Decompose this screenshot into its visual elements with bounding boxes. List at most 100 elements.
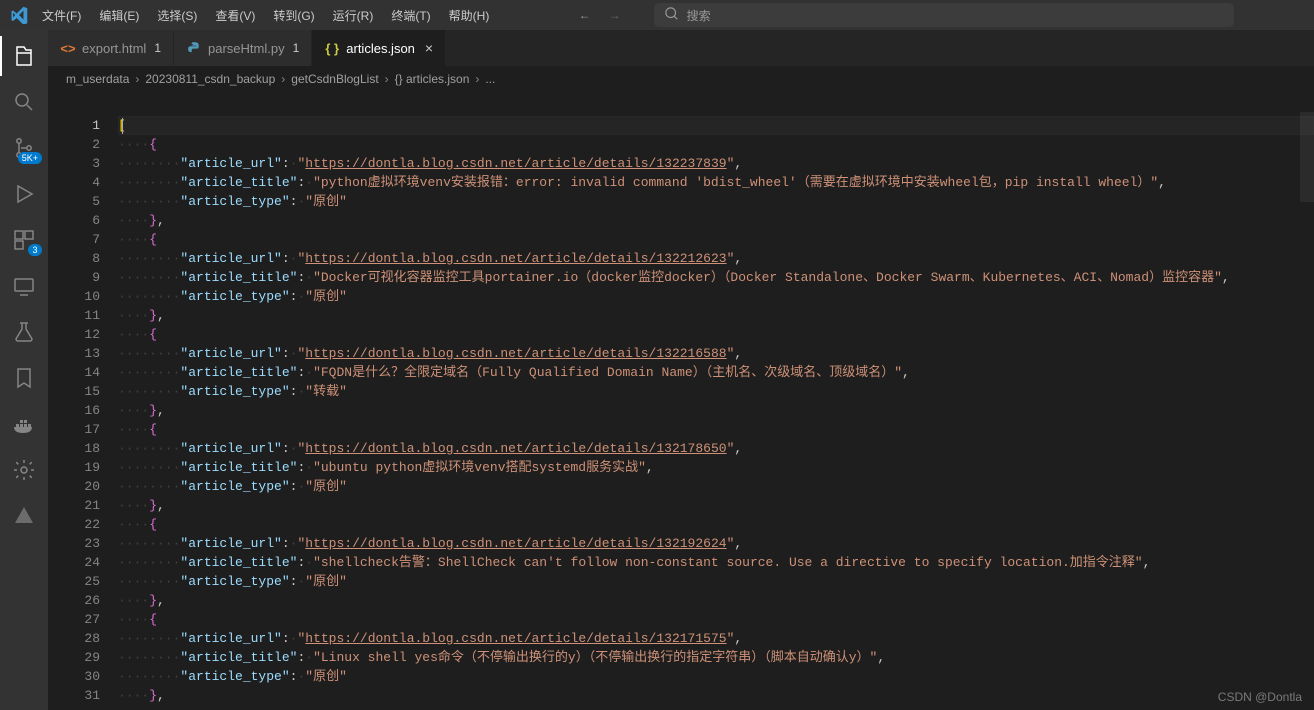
breadcrumb-item[interactable]: {} articles.json	[395, 72, 470, 86]
code-line[interactable]: ········"article_title":·"ubuntu python虚…	[118, 458, 1314, 477]
chevron-right-icon: ›	[385, 72, 389, 86]
code-line[interactable]: ········"article_type":·"原创"	[118, 572, 1314, 591]
menu-item[interactable]: 帮助(H)	[441, 3, 498, 28]
code-line[interactable]: ········"article_url":·"https://dontla.b…	[118, 249, 1314, 268]
python-file-icon	[186, 40, 202, 56]
activity-debug-icon[interactable]	[0, 174, 48, 214]
code-line[interactable]: ········"article_type":·"原创"	[118, 287, 1314, 306]
chevron-right-icon: ›	[475, 72, 479, 86]
activity-docker-icon[interactable]	[0, 404, 48, 444]
activity-settings-sync-icon[interactable]	[0, 450, 48, 490]
code-line[interactable]: ········"article_title":·"python虚拟环境venv…	[118, 173, 1314, 192]
code-line[interactable]: ····},	[118, 306, 1314, 325]
title-center: ← → 搜索	[497, 3, 1310, 27]
scm-badge: 5K+	[18, 152, 42, 164]
line-number: 1	[48, 116, 100, 135]
breadcrumb-item[interactable]: 20230811_csdn_backup	[145, 72, 275, 86]
breadcrumb-item[interactable]: ...	[485, 72, 495, 86]
code-line[interactable]: ········"article_type":·"原创"	[118, 477, 1314, 496]
editor[interactable]: 1234567891011121314151617181920212223242…	[48, 92, 1314, 710]
code-line[interactable]: ····},	[118, 686, 1314, 705]
line-number: 9	[48, 268, 100, 287]
menu-item[interactable]: 终端(T)	[383, 3, 438, 28]
code-line[interactable]: ····},	[118, 401, 1314, 420]
line-number: 29	[48, 648, 100, 667]
activity-misc-icon[interactable]	[0, 496, 48, 536]
activity-search-icon[interactable]	[0, 82, 48, 122]
line-number: 10	[48, 287, 100, 306]
tab-label: parseHtml.py	[208, 41, 285, 56]
editor-tab[interactable]: { }articles.json×	[312, 30, 446, 66]
line-number: 30	[48, 667, 100, 686]
line-number: 5	[48, 192, 100, 211]
code-line[interactable]: ········"article_title":·"Linux shell ye…	[118, 648, 1314, 667]
close-icon[interactable]: ×	[425, 40, 433, 56]
code-line[interactable]: ····{	[118, 230, 1314, 249]
activity-bookmark-icon[interactable]	[0, 358, 48, 398]
vscode-logo-icon	[4, 6, 34, 24]
line-number: 2	[48, 135, 100, 154]
code-line[interactable]: ····{	[118, 420, 1314, 439]
code-line[interactable]: ····},	[118, 591, 1314, 610]
code-line[interactable]: ····{	[118, 515, 1314, 534]
nav-forward-icon[interactable]: →	[604, 4, 626, 26]
code-line[interactable]: ········"article_title":·"Docker可视化容器监控工…	[118, 268, 1314, 287]
line-number: 23	[48, 534, 100, 553]
line-number: 27	[48, 610, 100, 629]
breadcrumb[interactable]: m_userdata › 20230811_csdn_backup › getCsdnB…	[48, 66, 1314, 92]
code-line[interactable]: ········"article_url":·"https://dontla.b…	[118, 154, 1314, 173]
line-number: 13	[48, 344, 100, 363]
code-line[interactable]: ····{	[118, 610, 1314, 629]
activity-explorer-icon[interactable]	[0, 36, 48, 76]
line-number: 7	[48, 230, 100, 249]
text-cursor	[122, 118, 123, 134]
breadcrumb-item[interactable]: m_userdata	[66, 72, 129, 86]
activity-testing-icon[interactable]	[0, 312, 48, 352]
activity-scm-icon[interactable]: 5K+	[0, 128, 48, 168]
menu-item[interactable]: 查看(V)	[207, 3, 263, 28]
line-number: 14	[48, 363, 100, 382]
code-line[interactable]: ····},	[118, 496, 1314, 515]
menu-item[interactable]: 编辑(E)	[91, 3, 147, 28]
minimap[interactable]	[1300, 92, 1314, 710]
line-number: 8	[48, 249, 100, 268]
line-number: 28	[48, 629, 100, 648]
menu-item[interactable]: 运行(R)	[325, 3, 382, 28]
menu-item[interactable]: 文件(F)	[34, 3, 89, 28]
code-line[interactable]: ········"article_type":·"原创"	[118, 192, 1314, 211]
code-line[interactable]: ········"article_title":·"FQDN是什么？全限定域名（…	[118, 363, 1314, 382]
code-line[interactable]: ········"article_url":·"https://dontla.b…	[118, 344, 1314, 363]
breadcrumb-item[interactable]: getCsdnBlogList	[291, 72, 378, 86]
code-line[interactable]: ········"article_url":·"https://dontla.b…	[118, 629, 1314, 648]
line-number: 20	[48, 477, 100, 496]
code-line[interactable]: ····{	[118, 135, 1314, 154]
activity-remote-icon[interactable]	[0, 266, 48, 306]
code-line[interactable]: ····},	[118, 211, 1314, 230]
scrollbar-thumb[interactable]	[1300, 112, 1314, 202]
search-placeholder: 搜索	[687, 7, 711, 24]
line-number: 24	[48, 553, 100, 572]
line-number: 26	[48, 591, 100, 610]
code-content[interactable]: [····{········"article_url":·"https://do…	[118, 92, 1314, 710]
menu-item[interactable]: 转到(G)	[265, 3, 322, 28]
code-line[interactable]: ········"article_title":·"shellcheck告警：S…	[118, 553, 1314, 572]
code-line[interactable]: ········"article_type":·"原创"	[118, 667, 1314, 686]
line-number: 12	[48, 325, 100, 344]
search-icon	[665, 7, 679, 24]
editor-tabs: <>export.html1parseHtml.py1{ }articles.j…	[48, 30, 1314, 66]
code-line[interactable]: ········"article_url":·"https://dontla.b…	[118, 439, 1314, 458]
nav-back-icon[interactable]: ←	[574, 4, 596, 26]
code-line[interactable]: [	[118, 116, 1314, 135]
line-number-gutter: 1234567891011121314151617181920212223242…	[48, 92, 118, 710]
menu-item[interactable]: 选择(S)	[149, 3, 205, 28]
editor-tab[interactable]: <>export.html1	[48, 30, 174, 66]
line-number: 18	[48, 439, 100, 458]
code-line[interactable]: ········"article_url":·"https://dontla.b…	[118, 534, 1314, 553]
command-center-search[interactable]: 搜索	[654, 3, 1234, 27]
code-line[interactable]: ········"article_type":·"转载"	[118, 382, 1314, 401]
code-line[interactable]: ····{	[118, 325, 1314, 344]
line-number: 17	[48, 420, 100, 439]
watermark-text: CSDN @Dontla	[1218, 690, 1302, 704]
editor-tab[interactable]: parseHtml.py1	[174, 30, 312, 66]
activity-extensions-icon[interactable]: 3	[0, 220, 48, 260]
